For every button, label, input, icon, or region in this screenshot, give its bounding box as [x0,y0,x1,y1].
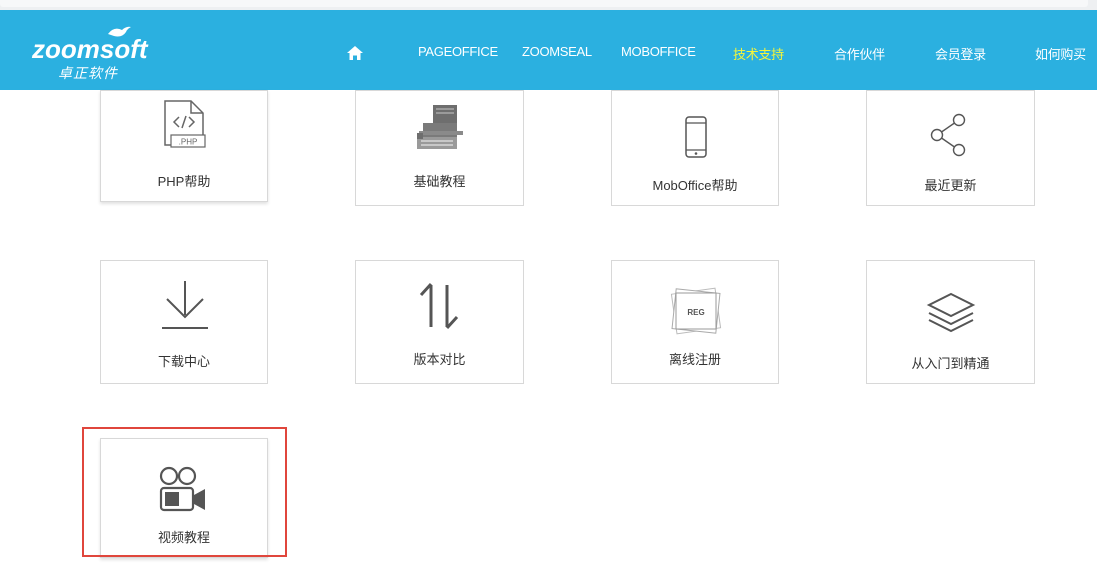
nav-pageoffice[interactable]: PAGEOFFICE [418,44,498,59]
share-icon [930,113,966,157]
card-label: 从入门到精通 [911,356,990,371]
nav-zoomseal[interactable]: ZOOMSEAL [522,44,592,59]
site-header: zoomsoft 卓正软件 PAGEOFFICE ZOOMSEAL MOBOFF… [0,10,1097,90]
card-label: MobOffice帮助 [652,178,738,193]
nav-moboffice[interactable]: MOBOFFICE [621,44,696,59]
card-version-compare[interactable]: 版本对比 [355,260,524,384]
video-camera-icon [159,466,205,512]
card-label: 视频教程 [157,530,210,545]
nav-tech-support[interactable]: 技术支持 [733,44,784,63]
card-label: PHP帮助 [157,174,211,189]
card-beginner-to-expert[interactable]: 从入门到精通 [866,260,1035,384]
svg-text:.PHP: .PHP [179,138,198,147]
php-file-icon: .PHP [164,100,206,148]
card-offline-register[interactable]: REG 离线注册 [611,260,779,384]
reg-text: REG [687,308,704,317]
card-moboffice-help[interactable]: MobOffice帮助 [611,90,779,206]
nav-partners[interactable]: 合作伙伴 [834,44,885,63]
nav-how-to-buy[interactable]: 如何购买 [1035,44,1086,63]
card-label: 版本对比 [413,352,466,367]
card-basic-tutorial[interactable]: 基础教程 [355,90,524,206]
card-label: 离线注册 [668,352,721,367]
card-label: 最近更新 [924,178,977,193]
home-icon[interactable] [346,45,364,61]
nav-member-login[interactable]: 会员登录 [935,44,986,63]
layers-icon [926,292,976,333]
sort-arrows-icon [419,282,459,330]
card-download-center[interactable]: 下载中心 [100,260,268,384]
card-label: 下载中心 [157,354,210,369]
reg-stamp-icon: REG [670,287,722,335]
mobile-phone-icon [685,116,707,158]
card-label: 基础教程 [413,174,466,189]
main-nav: PAGEOFFICE ZOOMSEAL MOBOFFICE 技术支持 合作伙伴 … [0,10,1097,90]
card-recent-updates[interactable]: 最近更新 [866,90,1035,206]
typewriter-icon [417,105,463,149]
card-php-help[interactable]: .PHP PHP帮助 [100,90,268,202]
card-video-tutorial[interactable]: 视频教程 [100,438,268,558]
download-icon [162,281,208,329]
